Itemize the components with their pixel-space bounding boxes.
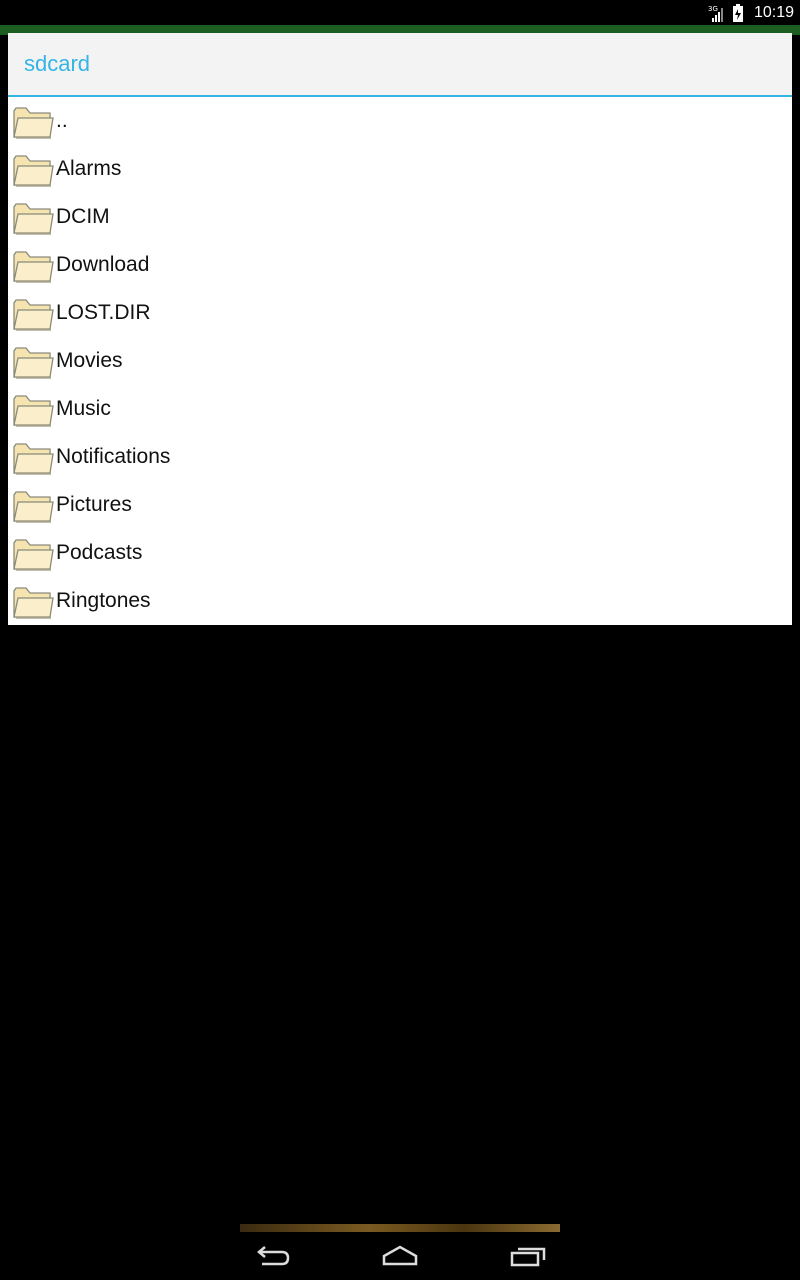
folder-icon <box>12 583 54 619</box>
folder-name: Movies <box>56 349 123 372</box>
folder-icon <box>12 343 54 379</box>
folder-picker-dialog: sdcard .. Alarms DCIM Download LOST.DIR Movie… <box>8 33 792 1224</box>
navigation-bar <box>0 1232 800 1280</box>
folder-icon <box>12 103 54 139</box>
network-type-label: 3G <box>708 5 718 13</box>
folder-item[interactable]: .. <box>8 97 792 145</box>
folder-name: DCIM <box>56 205 110 228</box>
status-bar: 3G 10:19 <box>0 0 800 25</box>
home-icon <box>382 1245 418 1266</box>
folder-icon <box>12 247 54 283</box>
folder-item[interactable]: DCIM <box>8 193 792 241</box>
home-button[interactable] <box>374 1236 426 1276</box>
folder-icon <box>12 295 54 331</box>
folder-name: Music <box>56 397 111 420</box>
folder-name: Download <box>56 253 150 276</box>
recents-button[interactable] <box>502 1236 554 1276</box>
folder-name: .. <box>56 109 68 132</box>
folder-item[interactable]: Pictures <box>8 481 792 529</box>
folder-item[interactable]: Podcasts <box>8 529 792 577</box>
folder-icon <box>12 199 54 235</box>
folder-icon <box>12 151 54 187</box>
dialog-title-bar: sdcard <box>8 33 792 97</box>
back-button[interactable] <box>246 1236 298 1276</box>
folder-icon <box>12 391 54 427</box>
folder-item[interactable]: Ringtones <box>8 577 792 625</box>
clock: 10:19 <box>753 3 794 21</box>
folder-item[interactable]: Download <box>8 241 792 289</box>
signal-icon: 3G <box>708 4 726 22</box>
folder-name: Ringtones <box>56 589 151 612</box>
folder-item[interactable]: Music <box>8 385 792 433</box>
folder-name: Pictures <box>56 493 132 516</box>
recents-icon <box>510 1247 546 1267</box>
folder-name: LOST.DIR <box>56 301 151 324</box>
folder-icon <box>12 535 54 571</box>
folder-item[interactable]: LOST.DIR <box>8 289 792 337</box>
folder-item[interactable]: Movies <box>8 337 792 385</box>
folder-name: Notifications <box>56 445 171 468</box>
battery-icon <box>732 3 744 22</box>
folder-icon <box>12 487 54 523</box>
folder-item[interactable]: Notifications <box>8 433 792 481</box>
file-list: .. Alarms DCIM Download LOST.DIR Movies Music N… <box>8 97 792 625</box>
folder-name: Alarms <box>56 157 122 180</box>
screen: 3G 10:19 ol Dunker sdcard ..AlarmsDCIMDo… <box>0 0 800 1280</box>
folder-item[interactable]: Alarms <box>8 145 792 193</box>
folder-name: Podcasts <box>56 541 143 564</box>
back-icon <box>257 1246 290 1266</box>
folder-icon <box>12 439 54 475</box>
dialog-title: sdcard <box>24 51 91 76</box>
